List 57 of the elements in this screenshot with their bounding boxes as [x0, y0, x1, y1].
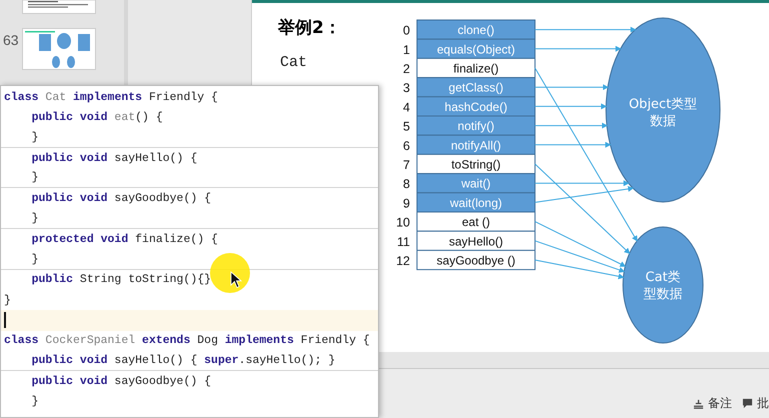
code-line: public void sayGoodbye() { — [30, 374, 212, 388]
code-line: } — [30, 212, 39, 225]
method-label: sayHello() — [449, 234, 503, 248]
method-label: wait(long) — [450, 196, 502, 210]
slide-text: Cat — [280, 54, 308, 71]
method-label: notifyAll() — [451, 138, 501, 152]
ellipse-label: Object类型 — [628, 97, 698, 112]
status-button[interactable]: 备注 — [693, 395, 732, 412]
slide-title: 举例2： — [278, 17, 341, 39]
code-line: public void sayHello() { super.sayHello(); } — [30, 354, 336, 367]
method-label: eat () — [462, 215, 490, 230]
notes-icon — [693, 398, 704, 409]
method-label: sayGoodbye () — [436, 254, 516, 268]
code-line: public void sayHello() { — [30, 152, 198, 165]
method-label: toString() — [451, 158, 501, 172]
row-index: 7 — [403, 158, 410, 172]
method-label: clone() — [458, 23, 494, 38]
row-index: 6 — [403, 138, 410, 153]
method-label: equals(Object) — [436, 42, 516, 56]
method-label: getClass() — [448, 80, 504, 95]
row-index: 12 — [396, 254, 410, 268]
code-line: } — [30, 395, 39, 408]
method-label: hashCode() — [444, 100, 508, 114]
mouse-pointer-icon — [230, 271, 242, 289]
ellipse-label: Cat类 — [645, 270, 681, 285]
code-line: } — [30, 171, 39, 184]
slide-number: 63 — [3, 32, 19, 48]
ellipse-label: 型数据 — [644, 287, 682, 302]
code-line: protected void finalize() { — [30, 232, 218, 246]
row-index: 9 — [403, 196, 410, 210]
code-line: class CockerSpaniel extends Dog implements Friendly { — [4, 334, 370, 348]
row-index: 2 — [403, 62, 410, 76]
row-index: 3 — [403, 81, 410, 96]
status-button[interactable]: 批 — [742, 395, 769, 412]
slide-thumbnail[interactable] — [22, 28, 96, 70]
code-line: } — [30, 130, 39, 144]
row-index: 1 — [403, 42, 410, 57]
code-line: public void sayGoodbye() { — [30, 192, 212, 206]
slide-thumbnail[interactable] — [22, 0, 96, 14]
code-line: public String toString(){} — [30, 273, 212, 286]
row-index: 5 — [403, 120, 410, 134]
comment-icon — [742, 398, 753, 409]
code-line: } — [4, 294, 11, 307]
code-line: } — [30, 252, 39, 266]
code-line: class Cat implements Friendly { — [4, 90, 218, 104]
method-label: wait() — [461, 176, 491, 191]
method-label: notify() — [458, 119, 494, 134]
ellipse-label: 数据 — [650, 114, 676, 129]
row-index: 11 — [397, 234, 410, 249]
text-cursor — [4, 312, 6, 328]
code-line: public void eat() { — [30, 110, 163, 124]
method-label: finalize() — [453, 62, 499, 76]
row-index: 4 — [403, 100, 410, 114]
row-index: 8 — [403, 177, 410, 192]
row-index: 0 — [403, 24, 410, 38]
row-index: 10 — [396, 216, 410, 230]
cursor-highlight — [210, 253, 250, 293]
